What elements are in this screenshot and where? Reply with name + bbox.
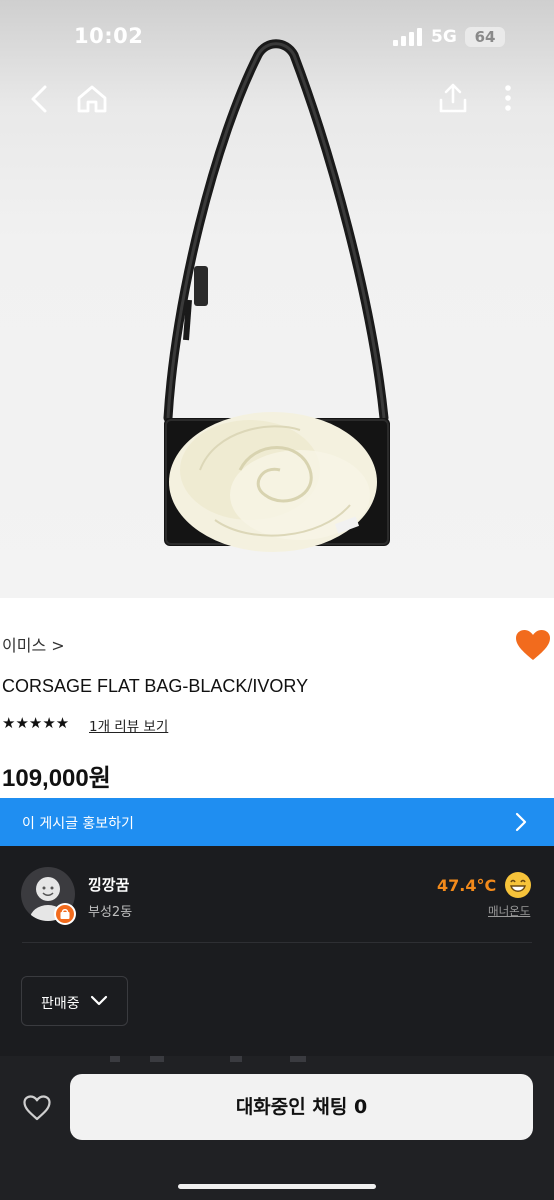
product-name: CORSAGE FLAT BAG-BLACK/IVORY xyxy=(2,676,309,696)
bottom-action-bar: 대화중인 채팅 0 xyxy=(0,1056,554,1200)
status-bar: 10:02 5G 64 xyxy=(0,22,554,54)
home-indicator xyxy=(178,1184,376,1189)
smile-emoji-icon xyxy=(505,872,531,898)
divider xyxy=(22,942,532,943)
chevron-down-icon xyxy=(90,995,108,1006)
sale-status-label: 판매중 xyxy=(41,996,80,1012)
seller-section: 낑깡꿈 부성2동 47.4°C 매너온도 판매중 xyxy=(0,846,554,1056)
sale-status-select[interactable]: 판매중 xyxy=(21,976,128,1026)
product-info: 이미스 > CORSAGE FLAT BAG-BLACK/IVORY ★★★★★… xyxy=(0,598,554,798)
battery-level: 64 xyxy=(465,27,505,47)
status-time: 10:02 xyxy=(74,24,144,48)
share-icon[interactable] xyxy=(438,82,468,114)
manner-temp-label[interactable]: 매너온도 xyxy=(488,903,530,919)
rating-stars: ★★★★★ xyxy=(2,714,70,732)
review-link[interactable]: 1개 리뷰 보기 xyxy=(89,715,168,735)
manner-temperature: 47.4°C xyxy=(437,876,497,895)
signal-icon xyxy=(393,28,422,46)
network-type: 5G xyxy=(431,27,457,47)
home-icon[interactable] xyxy=(76,84,108,114)
brand-link[interactable]: 이미스 > xyxy=(2,632,65,656)
seller-region: 부성2동 xyxy=(88,905,133,920)
scrolled-text-peek xyxy=(110,1056,306,1062)
chat-button[interactable]: 대화중인 채팅 0 xyxy=(70,1074,533,1140)
chevron-right-icon xyxy=(515,812,527,832)
seller-name[interactable]: 낑깡꿈 xyxy=(88,874,129,895)
seller-badge xyxy=(54,903,76,925)
heart-outline-icon[interactable] xyxy=(22,1094,52,1122)
bag-badge-icon xyxy=(56,905,74,923)
product-price: 109,000원 xyxy=(2,765,111,792)
heart-filled-icon[interactable] xyxy=(514,628,552,662)
chevron-left-icon[interactable] xyxy=(28,84,52,114)
promo-text: 이 게시글 홍보하기 xyxy=(22,816,134,832)
more-vertical-icon[interactable] xyxy=(502,84,514,114)
product-image[interactable]: 10:02 5G 64 xyxy=(0,0,554,598)
promo-banner[interactable]: 이 게시글 홍보하기 xyxy=(0,798,554,846)
